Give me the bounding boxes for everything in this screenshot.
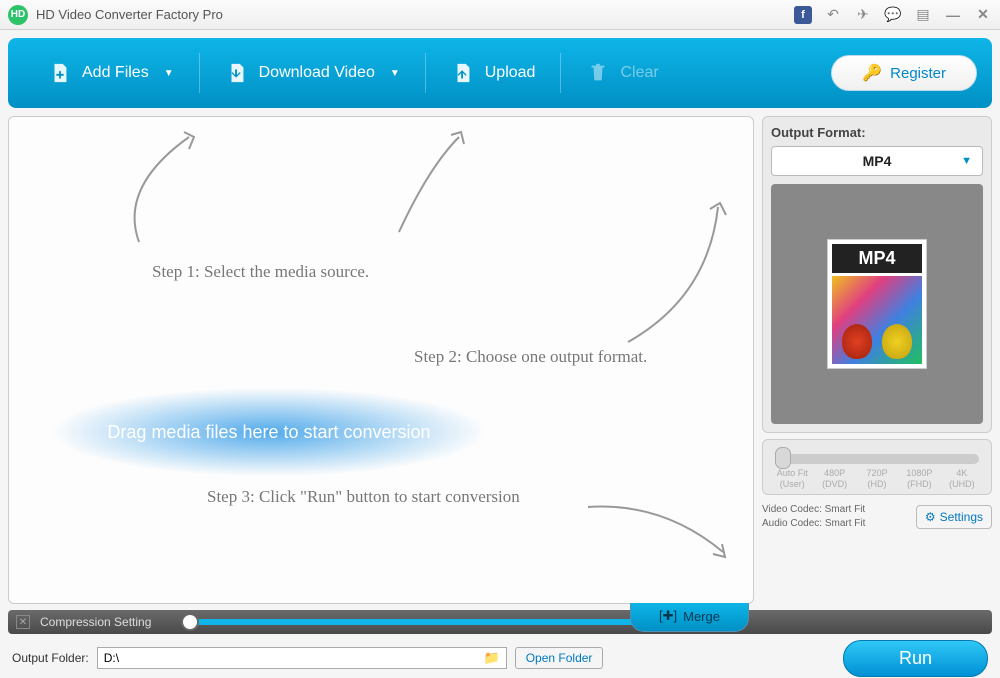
clear-label: Clear xyxy=(620,64,658,82)
trash-icon xyxy=(586,61,610,85)
gear-icon: ⚙ xyxy=(925,510,936,524)
open-folder-label: Open Folder xyxy=(526,651,593,665)
upload-icon xyxy=(451,61,475,85)
run-label: Run xyxy=(899,648,932,668)
chevron-down-icon: ▼ xyxy=(961,155,972,167)
close-icon[interactable]: ✕ xyxy=(974,6,992,24)
settings-label: Settings xyxy=(940,510,983,524)
upload-button[interactable]: Upload xyxy=(426,48,561,98)
format-preview[interactable]: MP4 xyxy=(771,184,983,424)
merge-button[interactable]: [✚] Merge xyxy=(630,603,749,632)
feedback-icon[interactable]: 💬 xyxy=(884,6,902,24)
format-select[interactable]: MP4 ▼ xyxy=(771,146,983,176)
audio-codec-label: Audio Codec: Smart Fit xyxy=(762,517,865,531)
drop-zone-panel[interactable]: Step 1: Select the media source. Step 2:… xyxy=(8,116,754,604)
app-title: HD Video Converter Factory Pro xyxy=(36,7,223,22)
download-video-button[interactable]: Download Video ▼ xyxy=(200,48,425,98)
step-text: Step 3: Click "Run" button to start conv… xyxy=(207,487,520,507)
folder-path: D:\ xyxy=(104,651,119,665)
compression-slider[interactable] xyxy=(181,619,701,625)
minimize-icon[interactable]: — xyxy=(944,6,962,24)
titlebar: HD HD Video Converter Factory Pro f ↶ ✈ … xyxy=(0,0,1000,30)
merge-label: Merge xyxy=(683,609,720,624)
slider-thumb[interactable] xyxy=(775,447,791,469)
download-video-label: Download Video xyxy=(259,64,375,82)
drag-hint: Drag media files here to start conversio… xyxy=(49,387,489,477)
output-folder-input[interactable]: D:\ 📁 xyxy=(97,647,507,669)
output-format-label: Output Format: xyxy=(771,125,983,140)
output-folder-label: Output Folder: xyxy=(12,651,89,665)
add-files-button[interactable]: Add Files ▼ xyxy=(23,48,199,98)
add-files-label: Add Files xyxy=(82,64,149,82)
clear-button[interactable]: Clear xyxy=(561,48,683,98)
drag-hint-label: Drag media files here to start conversio… xyxy=(107,422,430,443)
register-label: Register xyxy=(890,65,946,82)
download-icon xyxy=(225,61,249,85)
main-toolbar: Add Files ▼ Download Video ▼ Upload Clea… xyxy=(8,38,992,108)
codec-info: Video Codec: Smart Fit Audio Codec: Smar… xyxy=(762,503,865,531)
quality-slider[interactable] xyxy=(775,454,979,464)
merge-icon: [✚] xyxy=(659,608,677,624)
settings-button[interactable]: ⚙ Settings xyxy=(916,505,992,529)
bottom-bar: Output Folder: D:\ 📁 Open Folder Run xyxy=(0,638,1000,678)
compression-label: Compression Setting xyxy=(40,615,151,629)
add-file-icon xyxy=(48,61,72,85)
key-icon: 🔑 xyxy=(862,63,882,83)
output-format-panel: Output Format: MP4 ▼ MP4 xyxy=(762,116,992,433)
quality-labels: Auto Fit(User) 480P(DVD) 720P(HD) 1080P(… xyxy=(771,468,983,490)
undo-icon[interactable]: ↶ xyxy=(824,6,842,24)
chevron-down-icon: ▼ xyxy=(164,68,174,79)
format-card-label: MP4 xyxy=(832,244,922,273)
format-card-image xyxy=(832,276,922,364)
register-button[interactable]: 🔑 Register xyxy=(831,55,977,91)
quality-panel: Auto Fit(User) 480P(DVD) 720P(HD) 1080P(… xyxy=(762,439,992,495)
pin-icon[interactable]: ✈ xyxy=(854,6,872,24)
format-value: MP4 xyxy=(863,153,892,169)
chevron-down-icon: ▼ xyxy=(390,68,400,79)
open-folder-button[interactable]: Open Folder xyxy=(515,647,604,669)
app-logo-icon: HD xyxy=(8,5,28,25)
format-card: MP4 xyxy=(827,239,927,369)
step-text: Step 1: Select the media source. xyxy=(152,262,369,282)
menu-icon[interactable]: ▤ xyxy=(914,6,932,24)
compression-bar: ✕ Compression Setting xyxy=(8,610,992,634)
upload-label: Upload xyxy=(485,64,536,82)
video-codec-label: Video Codec: Smart Fit xyxy=(762,503,865,517)
close-compression-icon[interactable]: ✕ xyxy=(16,615,30,629)
run-button[interactable]: Run xyxy=(843,640,988,677)
facebook-icon[interactable]: f xyxy=(794,6,812,24)
step-text: Step 2: Choose one output format. xyxy=(414,347,647,367)
folder-icon[interactable]: 📁 xyxy=(484,650,500,666)
